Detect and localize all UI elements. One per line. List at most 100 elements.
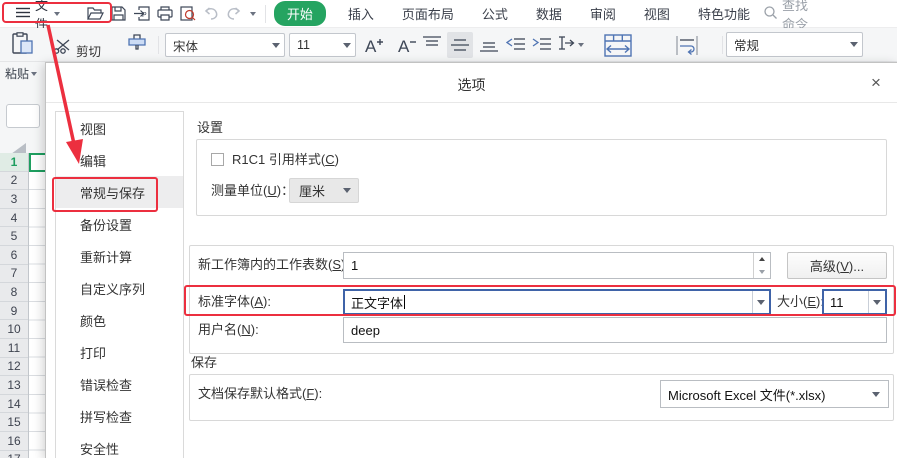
print-preview-icon[interactable] bbox=[178, 4, 197, 23]
user-name-value: deep bbox=[351, 322, 380, 338]
row-header[interactable]: 1 bbox=[0, 153, 28, 172]
sidebar-item-general-save[interactable]: 常规与保存 bbox=[56, 176, 183, 208]
align-bottom-icon[interactable] bbox=[480, 36, 498, 52]
chevron-down-icon bbox=[31, 71, 38, 76]
font-size-value: 11 bbox=[297, 38, 310, 52]
row-header[interactable]: 12 bbox=[0, 358, 28, 377]
decrease-indent-icon[interactable] bbox=[506, 36, 525, 52]
paste-label: 粘贴 bbox=[5, 67, 30, 81]
sidebar-item-recalculate[interactable]: 重新计算 bbox=[56, 240, 183, 272]
row-header[interactable]: 7 bbox=[0, 265, 28, 284]
row-header[interactable]: 10 bbox=[0, 320, 28, 339]
search-icon bbox=[764, 5, 777, 22]
tab-page-layout[interactable]: 页面布局 bbox=[402, 4, 454, 23]
default-format-value: Microsoft Excel 文件(*.xlsx) bbox=[668, 387, 826, 403]
default-format-label: 文档保存默认格式(F): bbox=[198, 386, 323, 401]
tab-data[interactable]: 数据 bbox=[536, 4, 562, 23]
row-header[interactable]: 17 bbox=[0, 451, 28, 458]
font-size-dialog-combobox[interactable]: 11 bbox=[822, 289, 887, 315]
sidebar-item-backup[interactable]: 备份设置 bbox=[56, 208, 183, 240]
cut-button-label[interactable]: 剪切 bbox=[76, 41, 101, 60]
sidebar-item-view[interactable]: 视图 bbox=[56, 112, 183, 144]
wrap-text-icon[interactable] bbox=[674, 35, 700, 56]
font-increase-icon[interactable]: A bbox=[363, 35, 387, 55]
sidebar-item-custom-lists[interactable]: 自定义序列 bbox=[56, 272, 183, 304]
standard-font-label: 标准字体(A): bbox=[198, 294, 271, 309]
row-header[interactable]: 13 bbox=[0, 376, 28, 395]
redo-icon[interactable] bbox=[224, 4, 243, 23]
row-header[interactable]: 14 bbox=[0, 395, 28, 414]
row-header[interactable]: 2 bbox=[0, 172, 28, 191]
dropdown-arrow-icon[interactable] bbox=[339, 34, 355, 56]
divider bbox=[46, 102, 897, 103]
sheets-count-value: 1 bbox=[351, 258, 359, 273]
user-name-input[interactable]: deep bbox=[343, 317, 887, 343]
row-header[interactable]: 5 bbox=[0, 227, 28, 246]
cut-icon[interactable] bbox=[53, 38, 73, 54]
align-middle-icon[interactable] bbox=[447, 32, 473, 58]
tab-insert[interactable]: 插入 bbox=[348, 4, 374, 23]
tab-review[interactable]: 审阅 bbox=[590, 4, 616, 23]
font-decrease-icon[interactable]: A bbox=[396, 35, 420, 55]
user-name-label: 用户名(N): bbox=[198, 322, 259, 337]
align-top-icon[interactable] bbox=[423, 36, 441, 52]
sidebar-item-colors[interactable]: 颜色 bbox=[56, 304, 183, 336]
print-icon[interactable] bbox=[155, 4, 174, 23]
sidebar-item-edit[interactable]: 编辑 bbox=[56, 144, 183, 176]
font-size-combobox[interactable]: 11 bbox=[289, 33, 356, 57]
name-box[interactable] bbox=[6, 104, 40, 128]
tab-view[interactable]: 视图 bbox=[644, 4, 670, 23]
spinner-icon[interactable] bbox=[753, 253, 770, 278]
dropdown-arrow-icon[interactable] bbox=[268, 34, 284, 56]
tab-formulas[interactable]: 公式 bbox=[482, 4, 508, 23]
default-format-dropdown[interactable]: Microsoft Excel 文件(*.xlsx) bbox=[660, 380, 889, 408]
export-icon[interactable]: P bbox=[132, 4, 151, 23]
text-direction-icon[interactable] bbox=[557, 36, 575, 52]
row-header[interactable]: 15 bbox=[0, 413, 28, 432]
font-name-combobox[interactable]: 宋体 bbox=[165, 33, 285, 57]
row-header[interactable]: 16 bbox=[0, 432, 28, 451]
more-commands-icon[interactable] bbox=[247, 4, 259, 23]
save-icon[interactable] bbox=[109, 4, 128, 23]
paste-icon[interactable] bbox=[10, 32, 36, 57]
row-header[interactable]: 3 bbox=[0, 190, 28, 209]
sidebar-item-security[interactable]: 安全性 bbox=[56, 432, 183, 458]
measure-unit-dropdown[interactable]: 厘米 bbox=[289, 178, 359, 203]
font-size-label: 大小(E): bbox=[777, 294, 824, 309]
dropdown-arrow-icon[interactable] bbox=[868, 291, 885, 313]
dropdown-arrow-icon[interactable] bbox=[846, 33, 862, 56]
sidebar-item-print[interactable]: 打印 bbox=[56, 336, 183, 368]
close-icon[interactable]: × bbox=[863, 70, 889, 96]
row-header[interactable]: 9 bbox=[0, 302, 28, 321]
measure-unit-label: 测量单位(U)： bbox=[211, 183, 295, 198]
number-format-combobox[interactable]: 常规 bbox=[726, 32, 863, 57]
dropdown-arrow-icon bbox=[343, 188, 351, 193]
r1c1-checkbox[interactable] bbox=[211, 153, 224, 166]
sheets-count-label: 新工作簿内的工作表数(S): bbox=[198, 257, 349, 272]
standard-font-combobox[interactable]: 正文字体 bbox=[343, 289, 771, 315]
row-header[interactable]: 11 bbox=[0, 339, 28, 358]
row-headers: 1 2 3 4 5 6 7 8 9 10 11 12 13 14 15 16 1… bbox=[0, 153, 29, 458]
tab-home[interactable]: 开始 bbox=[273, 1, 326, 26]
number-format-value: 常规 bbox=[734, 39, 760, 53]
quick-access-toolbar: P bbox=[86, 4, 259, 23]
dropdown-arrow-icon bbox=[872, 391, 880, 397]
row-header[interactable]: 4 bbox=[0, 209, 28, 228]
undo-icon[interactable] bbox=[201, 4, 220, 23]
sidebar-item-spell-check[interactable]: 拼写检查 bbox=[56, 400, 183, 432]
sidebar-item-error-check[interactable]: 错误检查 bbox=[56, 368, 183, 400]
row-header[interactable]: 8 bbox=[0, 283, 28, 302]
row-header[interactable]: 6 bbox=[0, 246, 28, 265]
tab-special-features[interactable]: 特色功能 bbox=[698, 4, 750, 23]
open-file-icon[interactable] bbox=[86, 4, 105, 23]
sheets-count-input[interactable]: 1 bbox=[343, 252, 771, 279]
merge-cells-icon[interactable] bbox=[604, 34, 632, 57]
chevron-down-icon[interactable] bbox=[578, 43, 584, 47]
grid-cells[interactable] bbox=[29, 153, 45, 458]
dropdown-arrow-icon[interactable] bbox=[752, 291, 769, 313]
paste-button[interactable]: 粘贴 bbox=[5, 65, 38, 82]
format-painter-icon[interactable] bbox=[126, 33, 148, 57]
svg-text:A: A bbox=[398, 37, 410, 55]
advanced-button[interactable]: 高级(V)... bbox=[787, 252, 887, 279]
increase-indent-icon[interactable] bbox=[532, 36, 551, 52]
